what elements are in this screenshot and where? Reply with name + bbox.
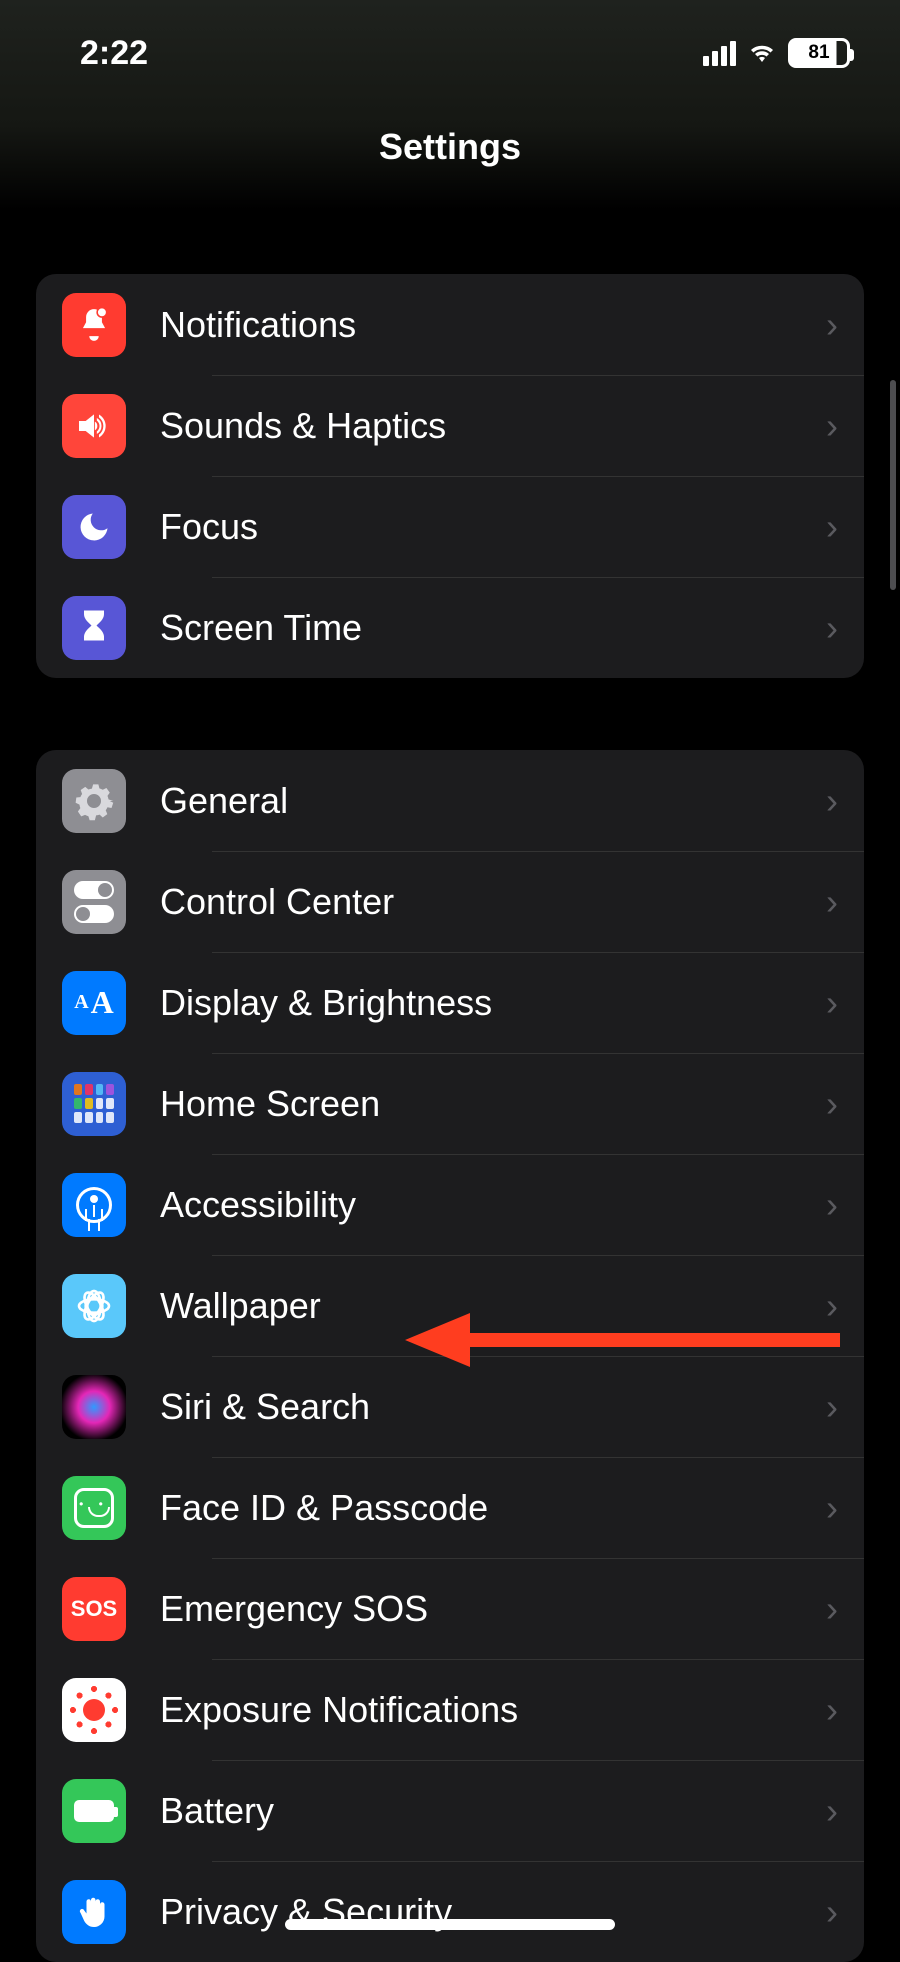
accessibility-icon: [62, 1173, 126, 1237]
chevron-right-icon: ›: [826, 982, 838, 1024]
row-screen-time[interactable]: Screen Time ›: [36, 577, 864, 678]
battery-indicator: 81: [788, 38, 850, 68]
chevron-right-icon: ›: [826, 780, 838, 822]
status-bar: 2:22 81: [0, 28, 900, 78]
app-grid-icon: [62, 1072, 126, 1136]
chevron-right-icon: ›: [826, 1487, 838, 1529]
row-label: Display & Brightness: [160, 982, 826, 1024]
chevron-right-icon: ›: [826, 1184, 838, 1226]
row-label: Control Center: [160, 881, 826, 923]
row-display-brightness[interactable]: Display & Brightness ›: [36, 952, 864, 1053]
face-id-icon: [62, 1476, 126, 1540]
text-size-icon: [62, 971, 126, 1035]
chevron-right-icon: ›: [826, 405, 838, 447]
cellular-signal-icon: [703, 41, 736, 66]
row-home-screen[interactable]: Home Screen ›: [36, 1053, 864, 1154]
chevron-right-icon: ›: [826, 881, 838, 923]
chevron-right-icon: ›: [826, 1285, 838, 1327]
row-label: Face ID & Passcode: [160, 1487, 826, 1529]
nav-header: 2:22 81 Settings: [0, 0, 900, 210]
wifi-icon: [746, 41, 778, 65]
row-focus[interactable]: Focus ›: [36, 476, 864, 577]
row-exposure-notifications[interactable]: Exposure Notifications ›: [36, 1659, 864, 1760]
hourglass-icon: [62, 596, 126, 660]
wallpaper-icon: [62, 1274, 126, 1338]
siri-icon: [62, 1375, 126, 1439]
row-label: Screen Time: [160, 607, 826, 649]
chevron-right-icon: ›: [826, 1790, 838, 1832]
chevron-right-icon: ›: [826, 1386, 838, 1428]
row-control-center[interactable]: Control Center ›: [36, 851, 864, 952]
bell-icon: [62, 293, 126, 357]
toggles-icon: [62, 870, 126, 934]
sos-icon: SOS: [62, 1577, 126, 1641]
row-sounds-haptics[interactable]: Sounds & Haptics ›: [36, 375, 864, 476]
row-general[interactable]: General ›: [36, 750, 864, 851]
settings-group-2: General › Control Center › Display & Bri…: [36, 750, 864, 1962]
row-label: Battery: [160, 1790, 826, 1832]
row-label: Exposure Notifications: [160, 1689, 826, 1731]
row-label: Home Screen: [160, 1083, 826, 1125]
row-label: Accessibility: [160, 1184, 826, 1226]
chevron-right-icon: ›: [826, 506, 838, 548]
chevron-right-icon: ›: [826, 607, 838, 649]
row-label: General: [160, 780, 826, 822]
exposure-icon: [62, 1678, 126, 1742]
row-wallpaper[interactable]: Wallpaper ›: [36, 1255, 864, 1356]
row-label: Siri & Search: [160, 1386, 826, 1428]
row-accessibility[interactable]: Accessibility ›: [36, 1154, 864, 1255]
chevron-right-icon: ›: [826, 1891, 838, 1933]
hand-icon: [62, 1880, 126, 1944]
row-battery[interactable]: Battery ›: [36, 1760, 864, 1861]
gear-icon: [62, 769, 126, 833]
row-label: Wallpaper: [160, 1285, 826, 1327]
row-label: Emergency SOS: [160, 1588, 826, 1630]
chevron-right-icon: ›: [826, 1689, 838, 1731]
scrollbar[interactable]: [890, 380, 896, 590]
row-emergency-sos[interactable]: SOS Emergency SOS ›: [36, 1558, 864, 1659]
settings-group-1: Notifications › Sounds & Haptics › Focus…: [36, 274, 864, 678]
row-notifications[interactable]: Notifications ›: [36, 274, 864, 375]
chevron-right-icon: ›: [826, 304, 838, 346]
chevron-right-icon: ›: [826, 1083, 838, 1125]
chevron-right-icon: ›: [826, 1588, 838, 1630]
row-label: Focus: [160, 506, 826, 548]
row-privacy-security[interactable]: Privacy & Security ›: [36, 1861, 864, 1962]
speaker-icon: [62, 394, 126, 458]
status-time: 2:22: [80, 34, 148, 73]
row-label: Notifications: [160, 304, 826, 346]
page-title: Settings: [379, 126, 521, 168]
moon-icon: [62, 495, 126, 559]
row-label: Sounds & Haptics: [160, 405, 826, 447]
home-indicator[interactable]: [285, 1919, 615, 1930]
row-face-id-passcode[interactable]: Face ID & Passcode ›: [36, 1457, 864, 1558]
battery-icon: [62, 1779, 126, 1843]
row-siri-search[interactable]: Siri & Search ›: [36, 1356, 864, 1457]
